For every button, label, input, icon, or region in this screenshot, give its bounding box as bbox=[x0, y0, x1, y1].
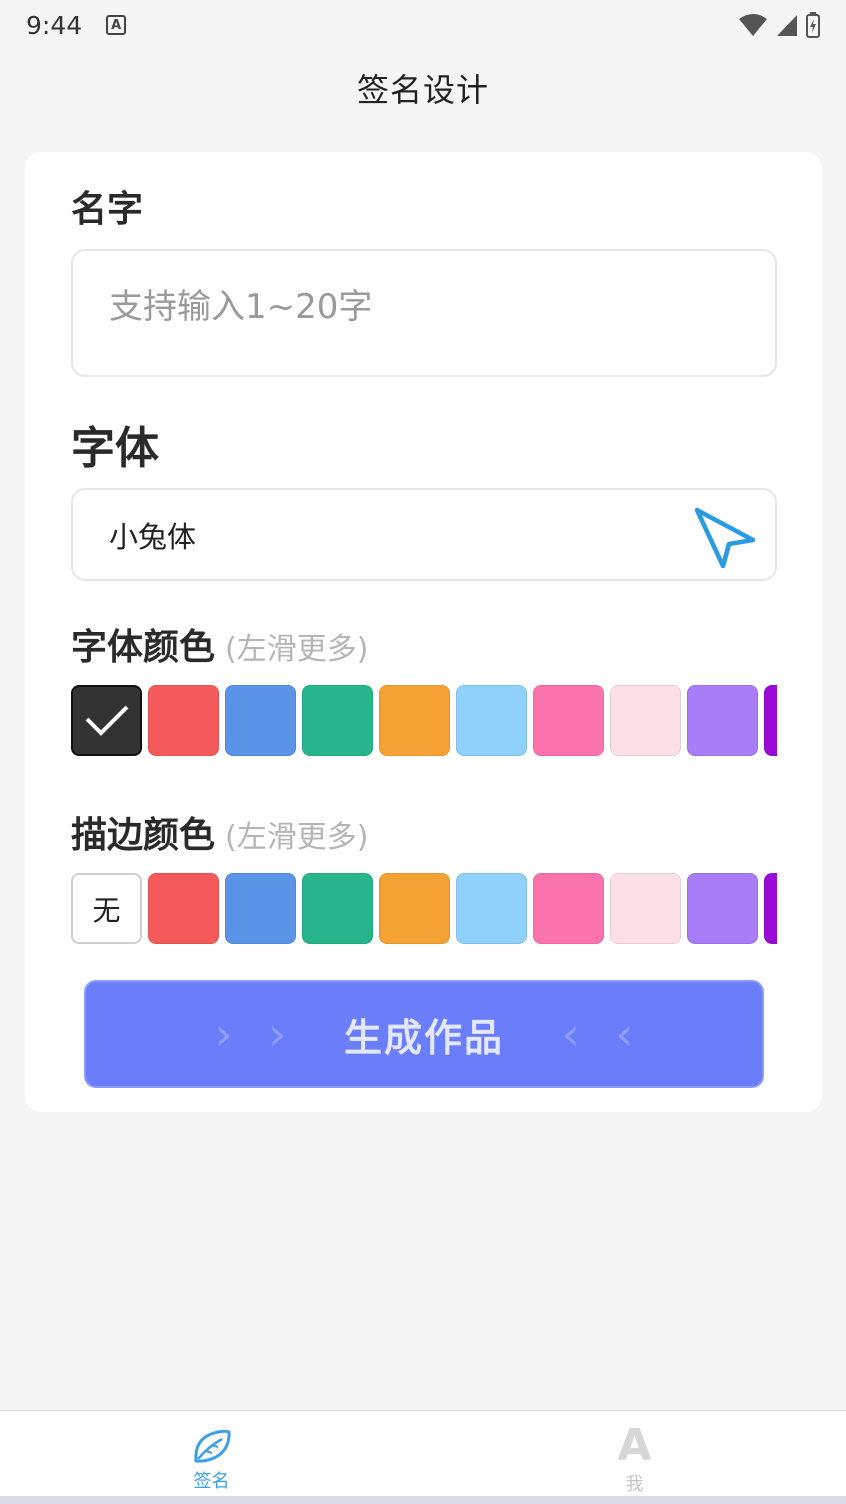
stroke-color-swatch[interactable] bbox=[148, 873, 219, 944]
checkmark-icon bbox=[85, 705, 128, 736]
font-color-swatch[interactable] bbox=[533, 685, 604, 756]
font-color-swatch[interactable] bbox=[764, 685, 777, 756]
font-color-hint: (左滑更多) bbox=[225, 632, 369, 667]
font-color-swatch[interactable] bbox=[687, 685, 758, 756]
stroke-color-swatch[interactable] bbox=[610, 873, 681, 944]
battery-icon bbox=[806, 12, 820, 38]
name-input[interactable] bbox=[71, 249, 777, 377]
font-color-swatch[interactable] bbox=[71, 685, 142, 756]
notification-a-icon: A bbox=[106, 15, 127, 35]
bottom-tab-bar: 签名 A 我 bbox=[0, 1410, 846, 1504]
font-color-swatch[interactable] bbox=[456, 685, 527, 756]
generate-button[interactable]: › › 生成作品 ‹ ‹ bbox=[84, 980, 764, 1088]
page-header: 签名设计 bbox=[0, 55, 846, 121]
name-label: 名字 bbox=[71, 189, 144, 230]
tab-label-me: 我 bbox=[625, 1473, 644, 1495]
system-nav-strip bbox=[0, 1496, 846, 1504]
wifi-icon bbox=[739, 14, 767, 36]
stroke-color-swatch[interactable] bbox=[302, 873, 373, 944]
signature-form-card: 名字 字体 小兔体 字体颜色 (左滑更多) 描边颜色 (左滑更多) 无 › › 生成… bbox=[25, 152, 822, 1112]
font-label: 字体 bbox=[71, 423, 159, 474]
stroke-color-swatch[interactable] bbox=[225, 873, 296, 944]
status-time: 9:44 bbox=[26, 10, 83, 40]
stroke-color-title: 描边颜色 bbox=[71, 815, 216, 856]
signal-icon bbox=[777, 15, 797, 36]
letter-a-icon: A bbox=[617, 1419, 652, 1471]
selected-font: 小兔体 bbox=[109, 519, 197, 554]
tab-me[interactable]: A 我 bbox=[423, 1411, 846, 1504]
font-color-swatch[interactable] bbox=[148, 685, 219, 756]
stroke-color-swatch[interactable] bbox=[379, 873, 450, 944]
status-icons bbox=[738, 12, 820, 38]
leaf-icon bbox=[193, 1429, 231, 1463]
stroke-none-swatch[interactable]: 无 bbox=[71, 873, 142, 944]
font-color-swatch[interactable] bbox=[610, 685, 681, 756]
stroke-color-swatches[interactable]: 无 bbox=[71, 873, 777, 945]
font-color-swatch[interactable] bbox=[225, 685, 296, 756]
font-color-track[interactable] bbox=[71, 685, 777, 756]
stroke-color-swatch[interactable] bbox=[764, 873, 777, 944]
font-color-title: 字体颜色 bbox=[71, 627, 216, 668]
tab-label-signature: 签名 bbox=[193, 1470, 230, 1492]
font-selector[interactable]: 小兔体 bbox=[71, 488, 777, 581]
stroke-color-track[interactable]: 无 bbox=[71, 873, 777, 944]
stroke-color-swatch[interactable] bbox=[687, 873, 758, 944]
font-color-swatches[interactable] bbox=[71, 685, 777, 757]
chevron-right-icon: › bbox=[268, 1008, 286, 1060]
chevron-left-icon: ‹ bbox=[615, 1008, 634, 1060]
stroke-color-label: 描边颜色 (左滑更多) bbox=[71, 806, 368, 858]
page-title: 签名设计 bbox=[356, 71, 489, 109]
font-color-label: 字体颜色 (左滑更多) bbox=[71, 618, 368, 670]
status-bar: 9:44 A bbox=[0, 0, 846, 50]
chevron-left-icon: ‹ bbox=[562, 1008, 580, 1060]
tab-signature[interactable]: 签名 bbox=[0, 1411, 423, 1504]
stroke-color-swatch[interactable] bbox=[456, 873, 527, 944]
font-color-swatch[interactable] bbox=[302, 685, 373, 756]
stroke-color-hint: (左滑更多) bbox=[225, 820, 369, 855]
chevron-right-icon: › bbox=[214, 1008, 233, 1060]
pointer-arrow-icon bbox=[694, 507, 756, 569]
font-color-swatch[interactable] bbox=[379, 685, 450, 756]
generate-button-label: 生成作品 bbox=[343, 1015, 504, 1060]
stroke-color-swatch[interactable] bbox=[533, 873, 604, 944]
